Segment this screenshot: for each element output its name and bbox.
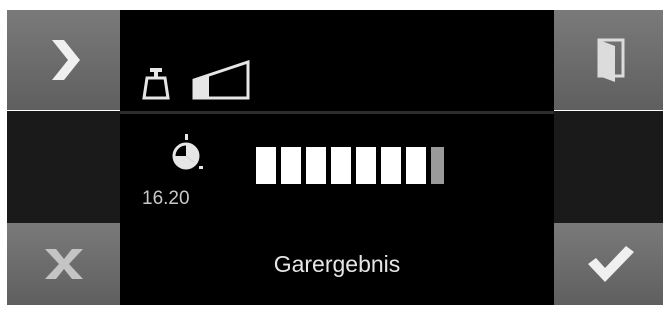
- level-bar: [306, 147, 326, 184]
- confirm-button[interactable]: [554, 223, 663, 305]
- timer-block: 16.20: [142, 134, 203, 209]
- weight-icon: [142, 68, 170, 100]
- timer-icon: [172, 134, 203, 170]
- level-bar: [331, 147, 351, 184]
- cancel-button[interactable]: [7, 223, 120, 305]
- mode-icons: [142, 55, 252, 100]
- right-blank-panel: [554, 111, 663, 223]
- result-level-bars: [256, 147, 444, 184]
- oven-control-panel: 16.20 Garergebnis: [7, 10, 663, 305]
- timer-value: 16.20: [142, 188, 190, 209]
- chevron-right-icon: [51, 40, 80, 80]
- exit-button[interactable]: [554, 10, 663, 110]
- checkmark-icon: [587, 246, 634, 282]
- status-label: Garergebnis: [273, 251, 401, 277]
- level-bar: [281, 147, 301, 184]
- door-icon: [597, 38, 624, 82]
- level-bar: [256, 147, 276, 184]
- level-bar: [381, 147, 401, 184]
- display-screen: 16.20 Garergebnis: [120, 10, 554, 305]
- level-bar: [356, 147, 376, 184]
- next-button[interactable]: [7, 10, 120, 110]
- level-bar: [431, 147, 444, 184]
- intensity-ramp-icon: [192, 60, 250, 100]
- level-bar: [406, 147, 426, 184]
- left-blank-panel: [7, 111, 120, 223]
- x-icon: [44, 249, 83, 279]
- screen-divider: [120, 111, 554, 114]
